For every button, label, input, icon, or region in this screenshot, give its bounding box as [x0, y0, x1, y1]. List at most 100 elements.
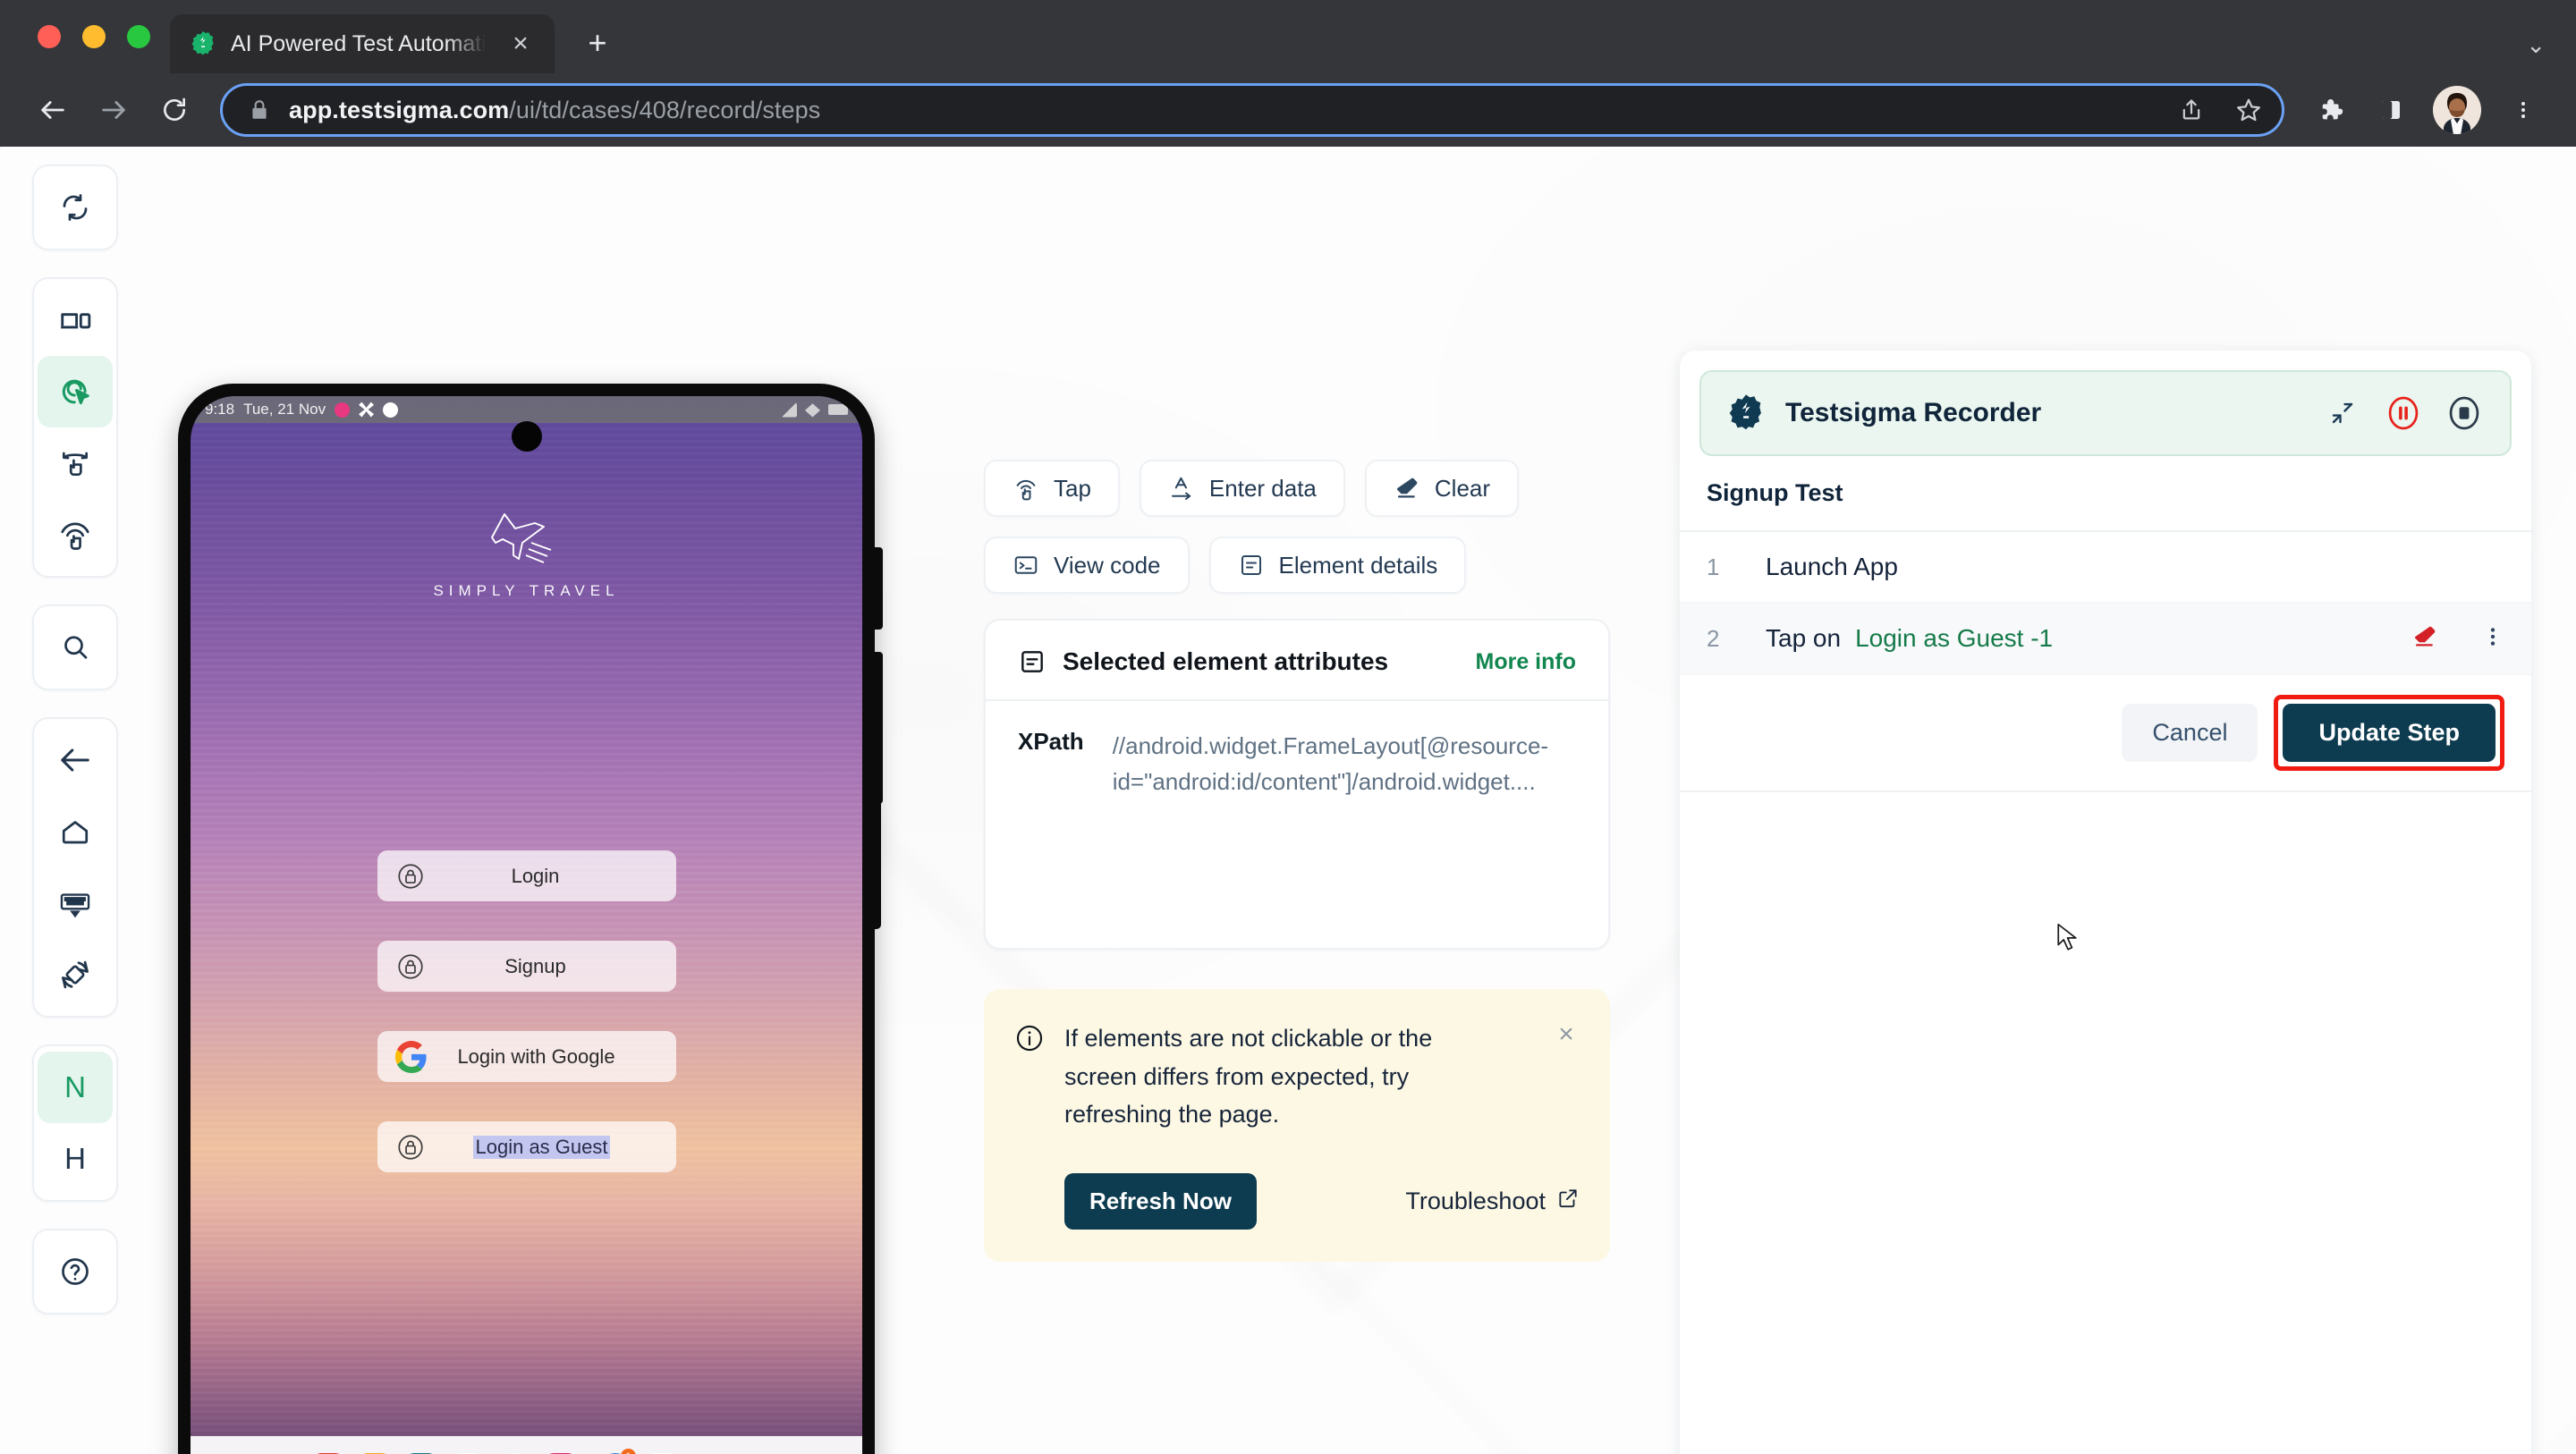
status-app-icon-1 — [335, 402, 351, 418]
letter-n-label: N — [64, 1070, 86, 1103]
android-dock: 21 1 ||| — [191, 1436, 862, 1454]
side-panel-icon[interactable] — [2363, 82, 2419, 138]
eraser-icon — [1394, 475, 1420, 502]
reload-icon[interactable] — [147, 82, 202, 138]
letter-n-button[interactable]: N — [38, 1052, 113, 1123]
app-brand: SIMPLY TRAVEL — [191, 511, 862, 600]
notice-actions: Refresh Now Troubleshoot — [1014, 1172, 1580, 1230]
more-vertical-icon[interactable] — [2481, 625, 2504, 653]
step-number: 1 — [1707, 553, 1720, 580]
status-date: Tue, 21 Nov — [243, 401, 326, 418]
refresh-sync-icon[interactable] — [38, 172, 113, 243]
browser-toolbar: app.testsigma.com/ui/td/cases/408/record… — [0, 73, 2576, 147]
close-icon[interactable]: × — [1551, 1019, 1581, 1050]
address-bar[interactable]: app.testsigma.com/ui/td/cases/408/record… — [220, 83, 2284, 137]
inspect-tap-icon[interactable] — [38, 356, 113, 427]
table-row[interactable]: 2 Tap on Login as Guest -1 — [1680, 604, 2531, 675]
tab-list-chevron-icon[interactable]: ⌄ — [2526, 31, 2546, 59]
help-icon[interactable] — [38, 1236, 113, 1307]
close-window-button[interactable] — [38, 25, 61, 48]
attributes-title: Selected element attributes — [1063, 647, 1389, 675]
bookmark-star-icon[interactable] — [2223, 84, 2275, 136]
airplane-icon — [490, 513, 551, 563]
rotate-screen-icon[interactable] — [38, 939, 113, 1010]
browser-tab[interactable]: AI Powered Test Automation P × — [170, 14, 555, 73]
share-icon[interactable] — [2165, 84, 2217, 136]
app-button-login-guest[interactable]: Login as Guest — [377, 1121, 676, 1172]
android-status-bar: 9:18 Tue, 21 Nov — [191, 396, 862, 423]
enter-data-button[interactable]: Enter data — [1139, 460, 1345, 517]
lock-icon — [248, 98, 271, 122]
app-button-login[interactable]: Login — [377, 850, 676, 901]
attribute-key: XPath — [1018, 728, 1084, 755]
update-step-highlight: Update Step — [2274, 695, 2504, 771]
status-indicators — [782, 402, 848, 418]
window-controls[interactable] — [25, 0, 170, 73]
stop-icon[interactable] — [2444, 393, 2485, 434]
recorder-title: Testsigma Recorder — [1785, 398, 2042, 427]
attribute-value: //android.widget.FrameLayout[@resource-i… — [1112, 732, 1549, 796]
mouse-cursor — [2055, 923, 2079, 955]
rail-group-help — [32, 1229, 118, 1315]
device-screen[interactable]: 9:18 Tue, 21 Nov SIMPLY TRAVEL Login Sig… — [191, 396, 862, 1454]
app-brand-name: SIMPLY TRAVEL — [433, 582, 620, 599]
home-icon[interactable] — [38, 796, 113, 867]
attributes-header: Selected element attributes More info — [1018, 647, 1576, 699]
letter-h-label: H — [64, 1142, 86, 1175]
url-text: app.testsigma.com/ui/td/cases/408/record… — [289, 97, 2148, 124]
maximize-window-button[interactable] — [127, 25, 150, 48]
letter-h-button[interactable]: H — [38, 1123, 113, 1195]
action-row-primary: Tap Enter data Clear — [984, 460, 1610, 517]
step-description: Launch App — [1766, 553, 1898, 581]
app-button-login-google[interactable]: Login with Google — [377, 1031, 676, 1082]
action-row-secondary: View code Element details — [984, 537, 1610, 594]
terminal-icon — [1013, 552, 1039, 579]
device-screen-icon[interactable] — [38, 284, 113, 356]
app-button-signup[interactable]: Signup — [377, 941, 676, 992]
clear-button[interactable]: Clear — [1364, 460, 1520, 517]
forward-icon[interactable] — [86, 82, 141, 138]
info-icon — [1014, 1023, 1045, 1053]
keyboard-icon[interactable] — [38, 867, 113, 939]
omnibox-actions — [2165, 84, 2275, 136]
chrome-menu-icon[interactable] — [2496, 82, 2551, 138]
testsigma-logo-icon — [1726, 393, 1766, 433]
new-tab-button[interactable]: + — [572, 18, 623, 68]
tap-icon — [1013, 475, 1039, 502]
minimize-window-button[interactable] — [82, 25, 106, 48]
troubleshoot-link[interactable]: Troubleshoot — [1405, 1187, 1580, 1216]
update-step-button[interactable]: Update Step — [2283, 704, 2496, 762]
view-code-button[interactable]: View code — [984, 537, 1190, 594]
close-tab-button[interactable]: × — [503, 26, 538, 62]
back-icon[interactable] — [25, 82, 80, 138]
status-time: 9:18 — [205, 401, 235, 418]
cancel-button[interactable]: Cancel — [2122, 704, 2258, 762]
camera-punch-hole — [511, 421, 542, 452]
element-details-button[interactable]: Element details — [1208, 537, 1467, 594]
selected-element-attributes-card: Selected element attributes More info XP… — [984, 619, 1610, 950]
browser-window: AI Powered Test Automation P × + ⌄ app.t… — [0, 0, 2576, 1454]
rail-group-search — [32, 604, 118, 690]
refresh-now-button[interactable]: Refresh Now — [1064, 1172, 1257, 1230]
more-info-link[interactable]: More info — [1476, 649, 1577, 675]
collapse-icon[interactable] — [2322, 393, 2363, 434]
back-arrow-icon[interactable] — [38, 724, 113, 796]
profile-avatar[interactable] — [2433, 86, 2481, 134]
testsigma-recorder-panel: Testsigma Recorder Signup Test 1 Launch … — [1680, 351, 2531, 1454]
step-action: Launch App — [1766, 553, 1898, 580]
rail-group-letters: N H — [32, 1044, 118, 1202]
notification-badge: 1 — [621, 1449, 636, 1454]
eraser-icon[interactable] — [2411, 623, 2438, 655]
pause-icon[interactable] — [2383, 393, 2424, 434]
long-press-icon[interactable] — [38, 499, 113, 571]
search-icon[interactable] — [38, 612, 113, 683]
extensions-puzzle-icon[interactable] — [2302, 82, 2358, 138]
element-details-button-label: Element details — [1278, 551, 1438, 579]
table-row[interactable]: 1 Launch App — [1680, 532, 2531, 604]
tap-button[interactable]: Tap — [984, 460, 1120, 517]
step-description: Tap on Login as Guest -1 — [1766, 624, 2053, 653]
enter-data-button-label: Enter data — [1208, 474, 1317, 502]
step-row-actions — [2385, 622, 2504, 655]
rail-group-interaction — [32, 277, 118, 578]
swipe-icon[interactable] — [38, 427, 113, 499]
